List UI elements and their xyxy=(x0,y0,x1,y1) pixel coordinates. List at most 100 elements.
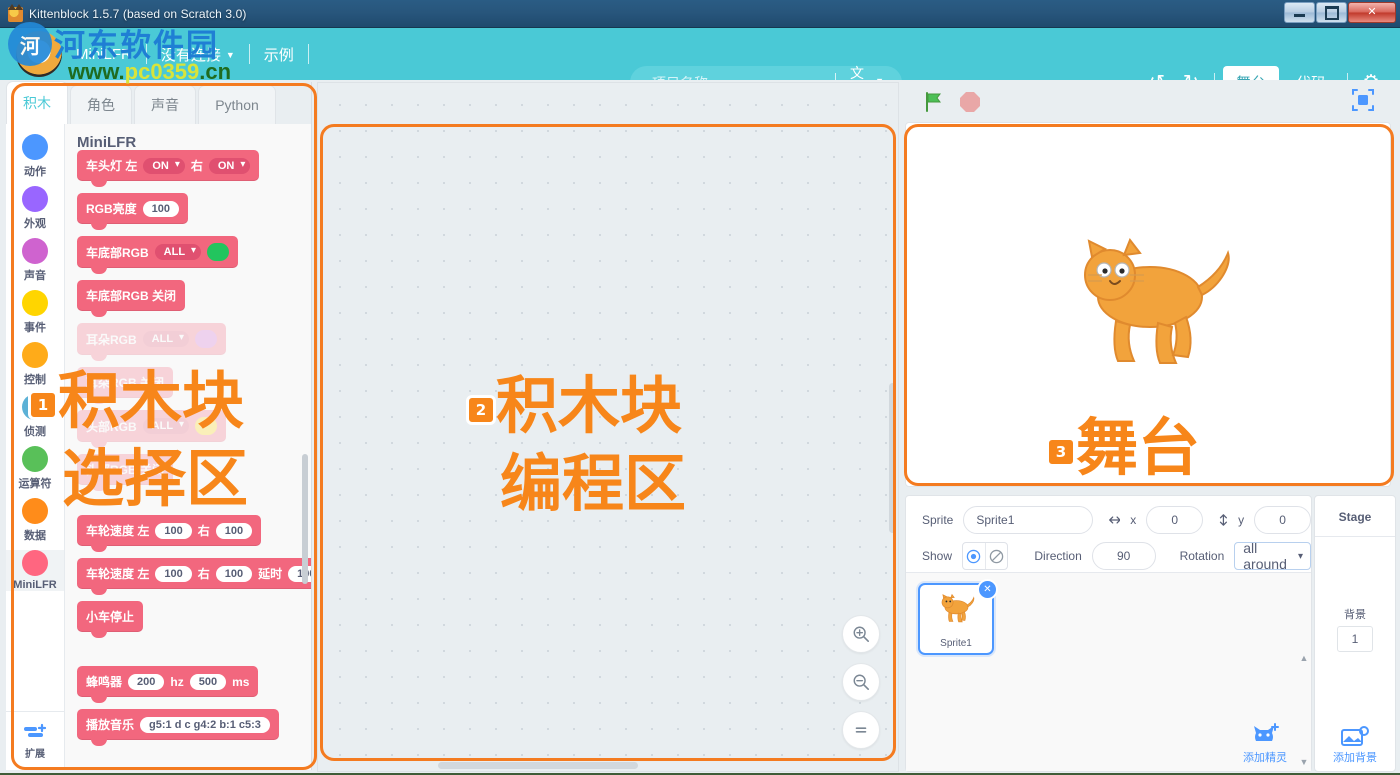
block-ear-rgb[interactable]: 耳朵RGB ALL xyxy=(77,323,227,361)
block-ear-rgb-off[interactable]: 耳朵RGB 关闭 xyxy=(77,367,174,404)
category-data[interactable]: 数据 xyxy=(6,498,64,543)
stage-column: Sprite Sprite1 x 0 y 0 Show Direction 90… xyxy=(900,82,1396,772)
close-button[interactable]: ✕ xyxy=(1348,2,1396,23)
category-dot-icon xyxy=(22,394,48,420)
category-minilfr[interactable]: MiniLFR xyxy=(6,550,64,591)
stage-selector-panel[interactable]: Stage 背景 1 添加背景 xyxy=(1314,495,1396,772)
zoom-reset-button[interactable] xyxy=(842,711,880,749)
zoom-in-button[interactable] xyxy=(842,615,880,653)
window-controls: ✕ xyxy=(1283,2,1396,23)
palette-body: 动作 外观 声音 事件 控制 侦测 运算符 数据 MiniLFR 扩展 Mini… xyxy=(6,124,311,770)
scroll-up-arrow-icon[interactable]: ▲ xyxy=(1299,653,1309,663)
workspace-vertical-scrollbar[interactable] xyxy=(889,383,896,533)
block-headlight[interactable]: 车头灯 左 ON 右 ON xyxy=(77,150,260,187)
block-play-music[interactable]: 播放音乐 g5:1 d c g4:2 b:1 c5:3 xyxy=(77,709,279,746)
zoom-in-icon xyxy=(853,626,870,643)
block-bottom-rgb[interactable]: 车底部RGB ALL xyxy=(77,236,239,274)
block-head-rgb-off[interactable]: 头部RGB 关闭 xyxy=(77,454,174,491)
block-text: 右 xyxy=(190,159,203,173)
block-car-stop[interactable]: 小车停止 xyxy=(77,601,144,638)
category-sound[interactable]: 声音 xyxy=(6,238,64,283)
block-text: 车轮速度 左 xyxy=(86,567,150,581)
y-input[interactable]: 0 xyxy=(1254,506,1311,534)
zoom-out-button[interactable] xyxy=(842,663,880,701)
block-color-swatch[interactable] xyxy=(195,417,218,435)
block-bottom-rgb-off[interactable]: 车底部RGB 关闭 xyxy=(77,280,186,317)
block-color-swatch[interactable] xyxy=(207,243,230,261)
block-wheel-speed[interactable]: 车轮速度 左 100 右 100 xyxy=(77,515,262,552)
block-buzzer[interactable]: 蜂鸣器 200 hz 500 ms xyxy=(77,666,259,703)
menu-example[interactable]: 示例 xyxy=(250,44,308,65)
block-number-input[interactable]: 200 xyxy=(128,673,165,690)
category-control[interactable]: 控制 xyxy=(6,342,64,387)
palette-block-row: 车轮速度 左 100 右 100 延时 1000 xyxy=(65,558,311,601)
rotation-style-select[interactable]: all around xyxy=(1234,540,1311,572)
minimize-button[interactable] xyxy=(1284,2,1315,23)
tab-blocks[interactable]: 积木 xyxy=(6,81,68,124)
palette-block-row: 小车停止 xyxy=(65,601,311,644)
block-text: 头部RGB xyxy=(86,419,137,434)
x-input[interactable]: 0 xyxy=(1146,506,1204,534)
palette-block-row: 播放音乐 g5:1 d c g4:2 b:1 c5:3 xyxy=(65,709,311,752)
sprite-thumbnail-card[interactable]: ✕ Sprite1 xyxy=(918,579,998,655)
add-sprite-button[interactable]: 添加精灵 xyxy=(1243,723,1287,765)
backdrop-count: 1 xyxy=(1337,626,1373,652)
block-dropdown[interactable]: ALL xyxy=(142,418,190,434)
add-extension-button[interactable]: 扩展 xyxy=(6,711,64,770)
block-text-input[interactable]: g5:1 d c g4:2 b:1 c5:3 xyxy=(140,716,270,733)
menu-connection[interactable]: 没有连接 ▼ xyxy=(147,44,249,65)
add-backdrop-button[interactable]: 添加背景 xyxy=(1315,725,1395,765)
show-hidden-button[interactable] xyxy=(984,543,1008,569)
category-sensing[interactable]: 侦测 xyxy=(6,394,64,439)
block-number-input[interactable]: 100 xyxy=(215,522,253,539)
stop-sign-icon[interactable] xyxy=(960,92,980,112)
block-rgb-brightness[interactable]: RGB亮度 100 xyxy=(77,193,189,230)
block-number-input[interactable]: 100 xyxy=(155,522,192,539)
block-number-input[interactable]: 500 xyxy=(189,673,227,690)
menu-device[interactable]: MiniLFR xyxy=(62,46,146,63)
fullscreen-button[interactable] xyxy=(1352,88,1374,116)
sprite-list-scrollbar[interactable]: ▲ ▼ xyxy=(1299,653,1309,767)
blocks-scroll-area[interactable]: 车头灯 左 ON 右 ON RGB亮度 100 车底部RGB ALL xyxy=(65,150,311,770)
category-operators[interactable]: 运算符 xyxy=(6,446,64,491)
workspace-horizontal-scrollbar[interactable] xyxy=(438,762,638,769)
block-text: 耳朵RGB xyxy=(86,332,137,347)
eye-icon xyxy=(967,549,981,563)
vertical-arrows-icon xyxy=(1220,514,1228,526)
block-dropdown[interactable]: ON xyxy=(208,157,251,174)
block-number-input[interactable]: 100 xyxy=(155,565,192,582)
block-dropdown[interactable]: ALL xyxy=(154,244,202,260)
scroll-down-arrow-icon[interactable]: ▼ xyxy=(1299,757,1309,767)
stage-canvas[interactable] xyxy=(905,122,1391,487)
category-dot-icon xyxy=(22,550,48,576)
app-menu-bar: MiniLFR 没有连接▼ 示例 文件▼ ↺ ↻ 舞台 代码 ⚙ xyxy=(0,28,1400,101)
block-color-swatch[interactable] xyxy=(195,330,218,348)
category-dot-icon xyxy=(22,134,48,160)
show-toggle-group xyxy=(962,542,1009,570)
category-motion[interactable]: 动作 xyxy=(6,134,64,179)
code-workspace[interactable] xyxy=(317,82,899,772)
tab-costumes[interactable]: 角色 xyxy=(70,85,132,124)
block-number-input[interactable]: 100 xyxy=(142,200,180,217)
tab-python[interactable]: Python xyxy=(198,85,276,124)
sprite-list: ✕ Sprite1 ▲ ▼ 添加精灵 xyxy=(906,572,1311,771)
direction-input[interactable]: 90 xyxy=(1091,542,1156,570)
delete-sprite-button[interactable]: ✕ xyxy=(977,579,998,600)
blocks-list[interactable]: MiniLFR 车头灯 左 ON 右 ON RGB亮度 100 xyxy=(65,124,311,770)
block-dropdown[interactable]: ALL xyxy=(142,331,190,347)
block-text: 播放音乐 xyxy=(86,718,135,732)
palette-scrollbar[interactable] xyxy=(302,454,308,584)
show-visible-button[interactable] xyxy=(963,543,985,569)
block-head-rgb[interactable]: 头部RGB ALL xyxy=(77,410,227,448)
block-number-input[interactable]: 100 xyxy=(215,565,253,582)
maximize-button[interactable] xyxy=(1316,2,1347,23)
sprite-name-input[interactable]: Sprite1 xyxy=(963,506,1093,534)
tab-sounds[interactable]: 声音 xyxy=(134,85,196,124)
add-backdrop-icon xyxy=(1341,726,1369,746)
category-events[interactable]: 事件 xyxy=(6,290,64,335)
category-looks[interactable]: 外观 xyxy=(6,186,64,231)
block-dropdown[interactable]: ON xyxy=(143,157,185,174)
green-flag-icon[interactable] xyxy=(922,90,946,114)
block-wheel-speed-delay[interactable]: 车轮速度 左 100 右 100 延时 1000 xyxy=(77,558,311,595)
add-extension-icon xyxy=(24,723,47,737)
